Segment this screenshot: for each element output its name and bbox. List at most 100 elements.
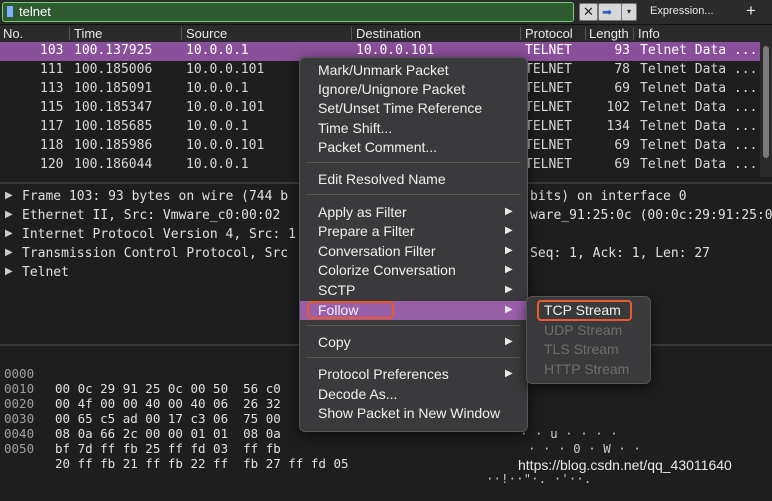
expand-arrow-icon[interactable]: ▶ xyxy=(5,209,13,220)
cell-no: 120 xyxy=(40,157,64,172)
cell-info: Telnet Data ... xyxy=(640,119,758,134)
display-filter-input[interactable]: telnet xyxy=(2,2,574,22)
cell-time: 100.137925 xyxy=(74,43,153,58)
filter-text[interactable]: telnet xyxy=(19,4,51,19)
detail-text: Frame 103: 93 bytes on wire (744 b xyxy=(22,189,289,204)
submenu-arrow-icon: ▶ xyxy=(505,284,513,295)
menu-label: Decode As... xyxy=(318,386,398,402)
cell-length: 78 xyxy=(614,62,630,77)
menu-item-packet-comment[interactable]: Packet Comment... xyxy=(300,138,527,157)
menu-label: Time Shift... xyxy=(318,120,393,136)
packet-list-header: No. Time Source Destination Protocol Len… xyxy=(0,25,772,43)
expand-arrow-icon[interactable]: ▶ xyxy=(5,266,13,277)
column-header-time[interactable]: Time xyxy=(74,26,102,41)
cell-source: 10.0.0.1 xyxy=(186,119,249,134)
hex-offset: 0050 xyxy=(4,441,35,456)
expand-arrow-icon[interactable]: ▶ xyxy=(5,228,13,239)
column-header-length[interactable]: Length xyxy=(589,26,629,41)
menu-item-edit-resolved-name[interactable]: Edit Resolved Name xyxy=(300,170,527,189)
column-header-destination[interactable]: Destination xyxy=(356,26,421,41)
menu-item-copy[interactable]: Copy ▶ xyxy=(300,333,527,352)
menu-item-time-shift[interactable]: Time Shift... xyxy=(300,119,527,138)
detail-text: Internet Protocol Version 4, Src: 1 xyxy=(22,227,296,242)
expand-arrow-icon[interactable]: ▶ xyxy=(5,247,13,258)
add-filter-button[interactable]: + xyxy=(746,1,756,21)
expand-arrow-icon[interactable]: ▶ xyxy=(5,190,13,201)
cell-info: Telnet Data ... xyxy=(640,100,758,115)
submenu-label: TLS Stream xyxy=(544,341,619,357)
packet-context-menu: Mark/Unmark Packet Ignore/Unignore Packe… xyxy=(299,57,528,432)
cell-time: 100.185006 xyxy=(74,62,153,77)
menu-item-mark-packet[interactable]: Mark/Unmark Packet xyxy=(300,61,527,80)
apply-filter-button[interactable]: ➡ xyxy=(598,3,622,21)
menu-label: Ignore/Unignore Packet xyxy=(318,81,466,97)
menu-label: Conversation Filter xyxy=(318,243,436,259)
submenu-item-http-stream: HTTP Stream xyxy=(527,360,650,379)
menu-item-decode-as[interactable]: Decode As... xyxy=(300,385,527,404)
menu-label: SCTP xyxy=(318,282,356,298)
menu-label: Mark/Unmark Packet xyxy=(318,62,449,78)
clear-filter-button[interactable]: ✕ xyxy=(579,3,598,21)
menu-item-prepare-filter[interactable]: Prepare a Filter ▶ xyxy=(300,222,527,241)
column-header-protocol[interactable]: Protocol xyxy=(525,26,573,41)
packet-list-scrollbar[interactable] xyxy=(760,42,772,177)
bookmark-icon[interactable] xyxy=(7,6,13,17)
submenu-arrow-icon: ▶ xyxy=(505,206,513,217)
cell-protocol: TELNET xyxy=(525,62,572,77)
cell-time: 100.185685 xyxy=(74,119,153,134)
follow-submenu: TCP Stream UDP Stream TLS Stream HTTP St… xyxy=(526,296,651,384)
menu-item-show-in-new-window[interactable]: Show Packet in New Window xyxy=(300,404,527,423)
menu-item-colorize-conversation[interactable]: Colorize Conversation ▶ xyxy=(300,261,527,280)
menu-item-sctp[interactable]: SCTP ▶ xyxy=(300,281,527,300)
menu-label: Copy xyxy=(318,334,351,350)
cell-time: 100.185986 xyxy=(74,138,153,153)
column-divider xyxy=(520,27,521,40)
detail-text: Telnet xyxy=(22,265,69,280)
menu-item-time-reference[interactable]: Set/Unset Time Reference xyxy=(300,99,527,118)
arrow-right-icon: ➡ xyxy=(602,5,613,19)
cell-source: 10.0.0.101 xyxy=(186,62,265,77)
cell-time: 100.185347 xyxy=(74,100,153,115)
cell-no: 113 xyxy=(40,81,64,96)
scrollbar-thumb[interactable] xyxy=(763,46,769,158)
menu-label: Edit Resolved Name xyxy=(318,171,446,187)
cell-info: Telnet Data ... xyxy=(640,43,758,58)
cell-protocol: TELNET xyxy=(525,157,572,172)
column-header-no[interactable]: No. xyxy=(3,26,23,41)
cell-source: 10.0.0.1 xyxy=(186,43,249,58)
cell-length: 69 xyxy=(614,157,630,172)
cell-protocol: TELNET xyxy=(525,138,572,153)
cell-info: Telnet Data ... xyxy=(640,157,758,172)
hex-bytes: bf 7d ff fb 25 ff fd 03 ff fb xyxy=(55,441,281,456)
column-header-info[interactable]: Info xyxy=(638,26,660,41)
display-filter-toolbar: telnet ✕ ➡ ▾ Expression... + xyxy=(0,0,772,25)
expression-button[interactable]: Expression... xyxy=(650,5,714,17)
menu-item-protocol-preferences[interactable]: Protocol Preferences ▶ xyxy=(300,365,527,384)
watermark-text: https://blog.csdn.net/qq_43011640 xyxy=(518,457,732,473)
cell-no: 118 xyxy=(40,138,64,153)
submenu-item-tls-stream: TLS Stream xyxy=(527,340,650,359)
submenu-item-tcp-stream[interactable]: TCP Stream xyxy=(527,300,650,321)
menu-label: Follow xyxy=(318,302,359,318)
submenu-arrow-icon: ▶ xyxy=(505,336,513,347)
cell-length: 102 xyxy=(606,100,630,115)
menu-separator xyxy=(306,325,521,326)
column-header-source[interactable]: Source xyxy=(186,26,227,41)
menu-item-ignore-packet[interactable]: Ignore/Unignore Packet xyxy=(300,80,527,99)
submenu-arrow-icon: ▶ xyxy=(505,304,513,315)
cell-time: 100.186044 xyxy=(74,157,153,172)
column-divider xyxy=(181,27,182,40)
menu-item-conversation-filter[interactable]: Conversation Filter ▶ xyxy=(300,242,527,261)
submenu-arrow-icon: ▶ xyxy=(505,245,513,256)
cell-destination: 10.0.0.101 xyxy=(356,43,435,58)
menu-item-follow[interactable]: Follow ▶ xyxy=(300,301,527,320)
submenu-item-udp-stream: UDP Stream xyxy=(527,321,650,340)
cell-protocol: TELNET xyxy=(525,81,572,96)
submenu-label: UDP Stream xyxy=(544,322,623,338)
cell-length: 134 xyxy=(606,119,630,134)
cell-protocol: TELNET xyxy=(525,100,572,115)
filter-history-dropdown[interactable]: ▾ xyxy=(621,3,637,21)
hex-ascii: · · · 0 · W · · xyxy=(528,441,641,456)
cell-no: 111 xyxy=(40,62,64,77)
menu-item-apply-as-filter[interactable]: Apply as Filter ▶ xyxy=(300,203,527,222)
